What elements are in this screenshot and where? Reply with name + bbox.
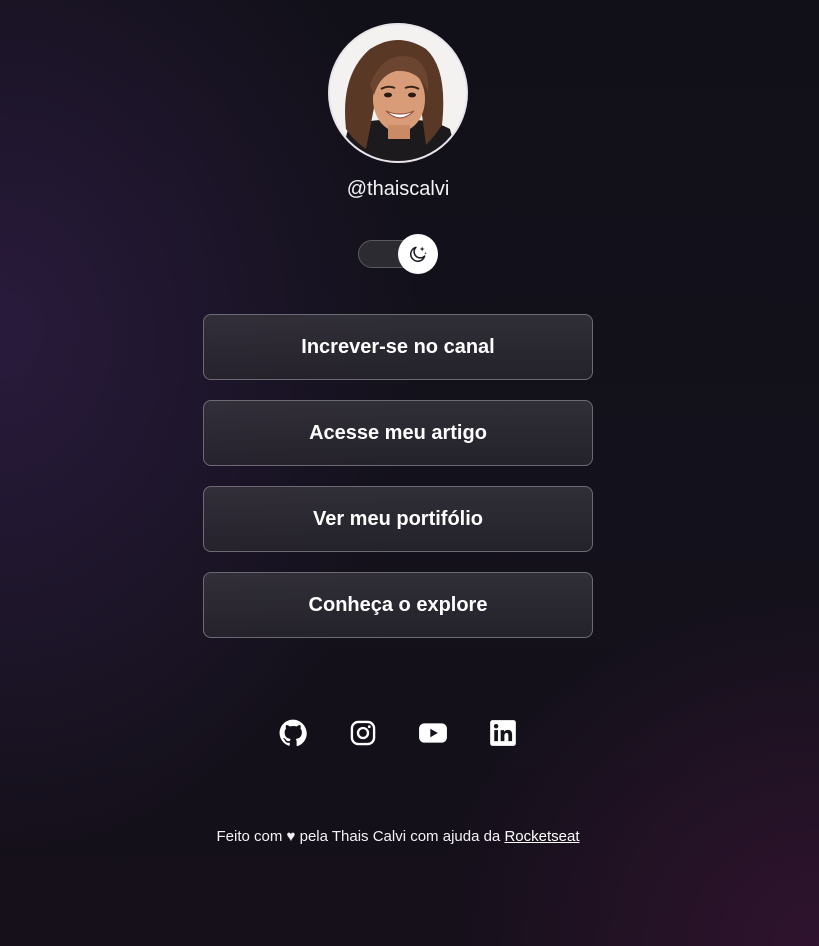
moon-stars-icon	[410, 246, 427, 262]
link-item: Conheça o explore	[203, 572, 593, 638]
link-item: Ver meu portifólio	[203, 486, 593, 552]
link-list: Increver-se no canal Acesse meu artigo V…	[203, 314, 593, 658]
rocketseat-link[interactable]: Rocketseat	[504, 828, 579, 845]
profile-username: @thaiscalvi	[346, 178, 450, 200]
link-item: Increver-se no canal	[203, 314, 593, 380]
portfolio-button[interactable]: Ver meu portifólio	[203, 486, 593, 552]
instagram-icon	[350, 720, 376, 746]
profile-avatar	[328, 23, 468, 163]
youtube-icon	[419, 723, 447, 743]
youtube-link[interactable]	[418, 718, 448, 748]
social-links	[278, 718, 518, 748]
article-button[interactable]: Acesse meu artigo	[203, 400, 593, 466]
explore-button[interactable]: Conheça o explore	[203, 572, 593, 638]
profile-photo	[330, 25, 466, 161]
subscribe-channel-button[interactable]: Increver-se no canal	[203, 314, 593, 380]
footer-middle: pela Thais Calvi com ajuda da	[299, 828, 501, 845]
heart-icon: ♥	[286, 828, 296, 845]
theme-switch-toggle[interactable]	[398, 234, 438, 274]
linkedin-link[interactable]	[488, 718, 518, 748]
github-link[interactable]	[278, 718, 308, 748]
link-item: Acesse meu artigo	[203, 400, 593, 466]
footer-credit: Feito com ♥ pela Thais Calvi com ajuda d…	[0, 827, 796, 847]
github-icon	[279, 719, 307, 747]
instagram-link[interactable]	[348, 718, 378, 748]
linkedin-icon	[490, 720, 516, 746]
footer-prefix: Feito com	[216, 828, 283, 845]
